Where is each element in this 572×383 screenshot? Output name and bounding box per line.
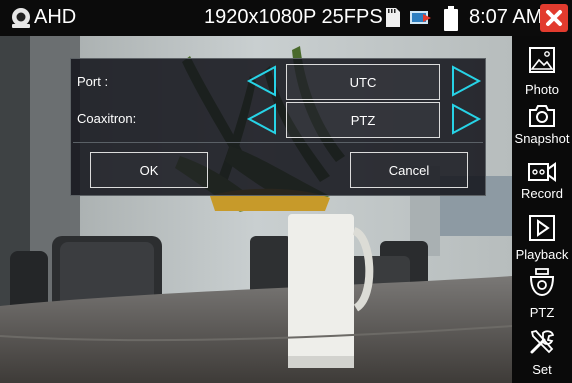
clock: 8:07 AM	[469, 6, 543, 28]
close-icon	[546, 10, 562, 26]
port-right-arrow-icon[interactable]	[449, 64, 483, 98]
play-icon	[529, 215, 555, 241]
battery-icon	[444, 6, 458, 31]
camera-icon	[529, 105, 555, 127]
menu-item-record[interactable]: Record	[512, 154, 572, 214]
menu-item-label: Photo	[525, 82, 559, 97]
tools-icon	[530, 329, 555, 354]
coaxitron-label: Coaxitron:	[77, 111, 137, 126]
coaxitron-value[interactable]: PTZ	[286, 102, 440, 138]
photo-icon	[529, 47, 555, 73]
camera-mode-icon	[12, 8, 30, 28]
menu-item-ptz[interactable]: PTZ	[512, 266, 572, 326]
resolution-readout: 1920x1080P 25FPS	[204, 6, 383, 28]
usb-connection-icon	[410, 11, 431, 24]
port-left-arrow-icon[interactable]	[245, 64, 279, 98]
port-value-text: UTC	[349, 74, 377, 90]
sd-card-icon	[386, 8, 400, 27]
dialog-divider	[73, 142, 483, 143]
port-value[interactable]: UTC	[286, 64, 440, 100]
signal-mode: AHD	[34, 6, 77, 28]
tester-screen: AHD 1920x1080P 25FPS 8:07 AM Port: UTC …	[0, 0, 572, 383]
menu-item-snapshot[interactable]: Snapshot	[512, 100, 572, 160]
menu-item-label: Record	[521, 186, 563, 201]
menu-item-label: Playback	[515, 247, 569, 262]
menu-item-set[interactable]: Set	[512, 326, 572, 383]
ok-button[interactable]: OK	[90, 152, 208, 188]
menu-item-label: Set	[532, 362, 552, 377]
coaxitron-right-arrow-icon[interactable]	[449, 102, 483, 136]
port-label: Port :	[77, 74, 109, 89]
ok-button-label: OK	[139, 162, 159, 178]
cancel-button[interactable]: Cancel	[350, 152, 468, 188]
ptz-settings-dialog: Port : UTC Coaxitron: PTZ OK Cancel	[70, 58, 486, 196]
menu-item-label: PTZ	[529, 305, 555, 320]
menu-item-photo[interactable]: Photo	[512, 44, 572, 104]
coaxitron-value-text: PTZ	[350, 112, 376, 128]
side-menu: Photo Snapshot Record Playback PTZ Set	[512, 36, 572, 383]
coaxitron-left-arrow-icon[interactable]	[245, 102, 279, 136]
ptz-camera-icon	[529, 268, 555, 296]
video-icon	[528, 162, 556, 182]
close-button[interactable]	[540, 4, 568, 32]
status-bar: AHD 1920x1080P 25FPS 8:07 AM	[0, 0, 572, 36]
menu-item-label: Snapshot	[514, 131, 570, 146]
menu-item-playback[interactable]: Playback	[512, 211, 572, 271]
cancel-button-label: Cancel	[388, 162, 430, 178]
